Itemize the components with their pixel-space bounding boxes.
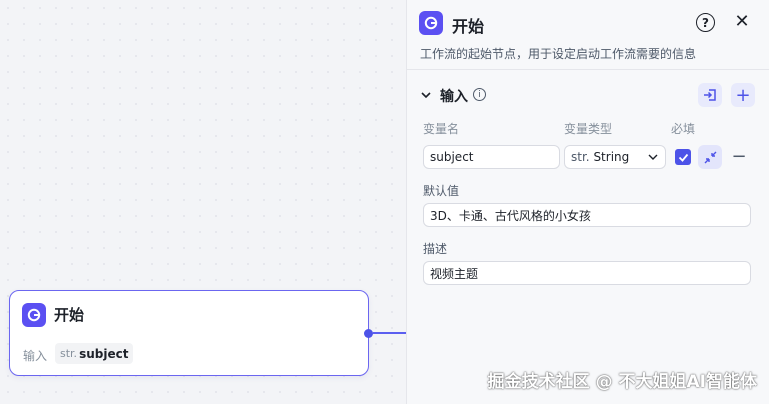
node-config-panel: 开始 ? ✕ 工作流的起始节点，用于设定启动工作流需要的信息 输入 i + 变量… xyxy=(406,0,769,404)
start-node-input-label: 输入 xyxy=(23,349,48,363)
import-icon xyxy=(704,89,716,101)
add-variable-button[interactable]: + xyxy=(731,83,755,107)
variable-name-label: subject xyxy=(79,346,129,361)
help-icon[interactable]: ? xyxy=(696,13,715,32)
column-header-required: 必填 xyxy=(671,122,696,136)
start-node[interactable]: 开始 输入 str. subject xyxy=(9,290,369,376)
description-label: 描述 xyxy=(423,242,448,256)
collapse-button[interactable] xyxy=(698,145,722,169)
panel-title: 开始 xyxy=(452,17,485,36)
variable-type-label: str. xyxy=(60,347,78,360)
column-header-name: 变量名 xyxy=(423,122,460,136)
watermark: 掘金技术社区 @ 不大姐姐AI智能体 xyxy=(487,372,757,392)
collapse-icon xyxy=(704,151,716,163)
variable-type-select[interactable]: str. String xyxy=(564,145,666,169)
check-icon xyxy=(678,153,688,162)
variable-name-input[interactable]: subject xyxy=(423,145,560,169)
panel-header: 开始 ? ✕ 工作流的起始节点，用于设定启动工作流需要的信息 xyxy=(407,0,769,70)
description-input[interactable]: 视频主题 xyxy=(423,261,751,285)
chevron-down-icon xyxy=(648,154,658,160)
type-value: String xyxy=(593,150,630,164)
start-node-icon xyxy=(22,303,46,327)
start-node-variable-chip: str. subject xyxy=(55,343,134,364)
info-icon[interactable]: i xyxy=(473,88,486,101)
type-prefix: str. xyxy=(571,150,590,164)
default-value-input[interactable]: 3D、卡通、古代风格的小女孩 xyxy=(423,203,751,227)
start-node-title: 开始 xyxy=(54,306,85,324)
chevron-down-icon[interactable] xyxy=(419,88,433,102)
start-icon xyxy=(419,11,443,35)
column-header-type: 变量类型 xyxy=(564,122,613,136)
default-value-label: 默认值 xyxy=(423,184,460,198)
remove-variable-button[interactable]: − xyxy=(731,146,747,167)
close-icon[interactable]: ✕ xyxy=(732,11,752,32)
start-node-output-handle[interactable] xyxy=(364,329,373,338)
required-checkbox[interactable] xyxy=(675,149,691,165)
panel-description: 工作流的起始节点，用于设定启动工作流需要的信息 xyxy=(420,47,697,61)
import-variable-button[interactable] xyxy=(698,83,722,107)
node-connection-edge[interactable] xyxy=(373,332,407,334)
input-section-title[interactable]: 输入 xyxy=(440,86,468,106)
